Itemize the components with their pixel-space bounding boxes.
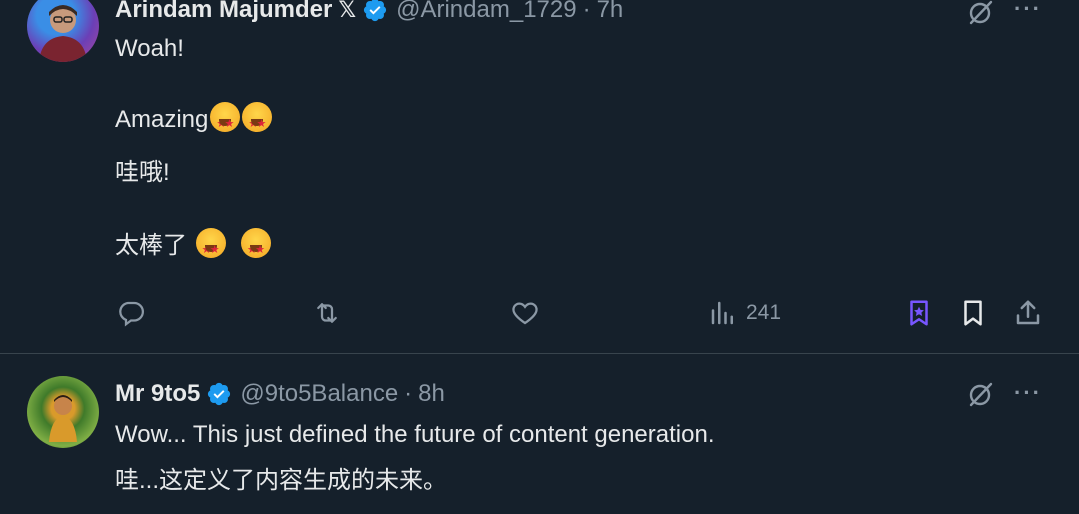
- bookmark-star-button[interactable]: [904, 298, 934, 328]
- author-name[interactable]: Arindam Majumder: [115, 0, 332, 24]
- star-struck-emoji-icon: [242, 102, 273, 141]
- retweet-button[interactable]: [312, 298, 342, 328]
- tweet-actions: 241: [0, 298, 1079, 330]
- views-button[interactable]: 241: [708, 298, 781, 328]
- tweet-line: Woah!: [115, 35, 184, 62]
- bookmark-button[interactable]: [958, 298, 988, 328]
- tweet-header: Mr 9to5 @9to5Balance · 8h: [115, 380, 445, 408]
- tweet-line-text: 太棒了: [115, 232, 187, 259]
- star-struck-emoji-icon: [195, 228, 226, 267]
- verified-badge-icon: [364, 0, 387, 22]
- avatar[interactable]: [27, 0, 99, 62]
- more-options-icon[interactable]: ···: [1014, 380, 1042, 406]
- retweet-icon: [317, 303, 337, 323]
- tweet[interactable]: Arindam Majumder 𝕏 @Arindam_1729 · 7h ··…: [0, 0, 1079, 353]
- timestamp[interactable]: 7h: [597, 0, 624, 24]
- separator-dot: ·: [404, 380, 413, 407]
- tweet-line: Wow... This just defined the future of c…: [115, 421, 715, 448]
- heart-icon: [512, 302, 538, 325]
- tweet-line: Amazing: [115, 102, 273, 141]
- author-handle[interactable]: @Arindam_1729: [396, 0, 576, 24]
- views-icon: [711, 301, 733, 325]
- x-logo-icon: 𝕏: [338, 0, 357, 22]
- timestamp[interactable]: 8h: [418, 380, 445, 408]
- tweet-line: 哇...这定义了内容生成的未来。: [115, 467, 448, 494]
- views-count: 241: [746, 301, 782, 324]
- author-name[interactable]: Mr 9to5: [115, 380, 200, 408]
- share-button[interactable]: [1013, 298, 1043, 328]
- author-handle[interactable]: @9to5Balance: [240, 380, 398, 408]
- verified-badge-icon: [208, 382, 231, 406]
- tweet[interactable]: Mr 9to5 @9to5Balance · 8h ··· Wow... Thi…: [0, 353, 1079, 514]
- star-struck-emoji-icon: [241, 228, 272, 267]
- separator-dot: ·: [582, 0, 591, 23]
- tweet-line-text: Amazing: [115, 106, 209, 133]
- avatar[interactable]: [27, 376, 99, 448]
- reply-icon: [119, 301, 144, 327]
- bookmark-icon: [964, 300, 982, 326]
- like-button[interactable]: [510, 298, 540, 328]
- star-struck-emoji-icon: [210, 102, 241, 141]
- tweet-header: Arindam Majumder 𝕏 @Arindam_1729 · 7h: [115, 0, 623, 24]
- tweet-line: 太棒了: [115, 228, 272, 267]
- reply-button[interactable]: [116, 298, 146, 328]
- tweet-line: 哇哦!: [115, 159, 170, 186]
- grok-icon[interactable]: [965, 380, 995, 410]
- share-icon: [1016, 300, 1040, 325]
- bookmark-star-icon: [910, 300, 928, 326]
- more-options-icon[interactable]: ···: [1014, 0, 1042, 22]
- grok-icon[interactable]: [965, 0, 995, 28]
